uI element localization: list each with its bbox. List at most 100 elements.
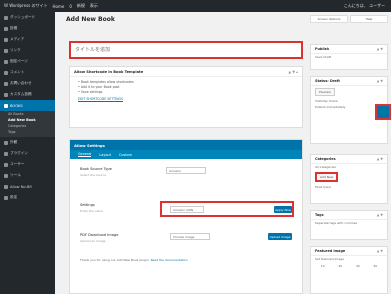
admin-sidebar: ダッシュボード 投稿 メディア リンク 固定ページ コメント お問い合わせ カス… [0,12,55,294]
sidebar-item-label: コメント [10,70,25,74]
tags-metabox: Tags ▲ ▼ Separate tags with commas [310,210,388,240]
source-type-select[interactable]: Amazon [166,167,206,174]
title-input[interactable] [71,43,301,57]
collapse-arrow-icon[interactable]: ▲ ▼ [377,157,383,161]
sidebar-item-books[interactable]: BOOKS [0,100,55,111]
admin-bar-item-3[interactable]: 表示 [90,3,98,9]
admin-bar-item-1[interactable]: 0 [69,4,72,9]
sidebar-item-custom-posts[interactable]: カスタム投稿 [0,89,55,100]
grid-cell: 20 [338,264,343,268]
sidebar-item-allow-no-br[interactable]: Allow No-BR [0,181,55,192]
sidebar-item-comments[interactable]: コメント [0,67,55,78]
comment-icon [4,70,8,75]
sidebar-item-label: ツール [10,173,21,177]
sidebar-item-label: BOOKS [10,103,23,108]
submenu-item-tags[interactable]: Tags [0,130,55,136]
settings-title: Allow Settings [74,142,105,148]
upload-image-button[interactable]: Upload Image [268,233,292,240]
settings-icon [4,195,8,200]
tab-general[interactable]: General [78,152,92,157]
preview-button[interactable]: Preview [315,88,335,96]
sidebar-item-tools[interactable]: ツール [0,170,55,181]
documentation-link[interactable]: Read the documentation [151,258,188,262]
collapse-arrow-icon[interactable]: ▲ ▼ [377,79,383,83]
pdf-image-field[interactable]: Choose image [170,233,210,240]
dashboard-icon [4,15,8,20]
sidebar-item-settings[interactable]: 設定 [0,192,55,203]
link-icon [4,48,8,53]
featured-image-header: Featured Image ▲ ▼ [311,247,387,256]
sidebar-item-pages[interactable]: 固定ページ [0,56,55,67]
setting-label: Book Source Type [80,167,112,171]
sidebar-item-plugins[interactable]: プラグイン [0,148,55,159]
sidebar-item-label: 外観 [10,140,18,144]
sidebar-item-appearance[interactable]: 外観 [0,137,55,148]
user-icon [4,162,8,167]
wrench-icon [4,173,8,178]
publish-header: Publish ▲ ▼ [311,45,387,54]
sidebar-item-label: カスタム投稿 [10,92,32,96]
grid-cell: 30 [355,264,360,268]
status-header: Status: Draft ▲ ▼ [311,77,387,86]
sidebar-item-label: リンク [10,48,21,52]
mail-icon [4,81,8,86]
sidebar-item-dashboard[interactable]: ダッシュボード [0,12,55,23]
publish-button[interactable] [375,104,391,120]
notice-settings-link[interactable]: EDIT SHORTCODE SETTINGS [70,95,302,101]
setting-label: PDF Download Image [80,233,119,237]
settings-header: Allow Settings [70,140,302,150]
admin-bar-item-2[interactable]: 新規 [77,3,85,9]
add-new-category-button[interactable]: Add New [315,172,339,182]
settings-metabox: Allow Settings General Layout Custom Boo… [69,139,303,294]
grid-cell: 40 [373,264,378,268]
sidebar-submenu: All Books Add New Book Categories Tags [0,111,55,137]
screen-options-tab[interactable]: Screen Options [310,15,348,23]
sidebar-item-links[interactable]: リンク [0,45,55,56]
admin-bar-item-0[interactable]: Home [53,4,65,9]
brush-icon [4,140,8,145]
sidebar-item-posts[interactable]: 投稿 [0,23,55,34]
pin-icon [4,26,8,31]
sidebar-item-contact[interactable]: お問い合わせ [0,78,55,89]
page-title: Add New Book [66,16,115,23]
collapse-arrow-icon[interactable]: ▲ ▼ [377,213,383,217]
categories-line: Most Used [315,185,331,189]
featured-image-metabox: Featured Image ▲ ▼ Set featured image 10 … [310,246,388,294]
tab-layout[interactable]: Layout [99,153,111,157]
settings-tabs: General Layout Custom [70,150,302,159]
help-tab[interactable]: Help [350,15,388,23]
admin-bar: W Wordpress のサイト Home 0 新規 表示 こんにちは、 ユーザ… [0,0,391,12]
publish-metabox: Publish ▲ ▼ Save Draft [310,44,388,70]
sidebar-item-media[interactable]: メディア [0,34,55,45]
book-icon [4,103,8,108]
categories-line: All Categories [315,165,336,169]
apply-button[interactable]: Apply Now [274,206,292,213]
categories-header: Categories ▲ ▼ [311,155,387,164]
user-greeting[interactable]: こんにちは、 ユーザー [344,3,391,9]
gear-icon [4,184,8,189]
collapse-arrow-icon[interactable]: ▲ ▼ ▴ [288,70,298,74]
collapse-arrow-icon[interactable]: ▲ ▼ [377,249,383,253]
setting-row-source: Book Source Type Select the source Amazo… [70,164,302,182]
sidebar-item-users[interactable]: ユーザー [0,159,55,170]
settings-note: Thank you for using our Add New Book plu… [80,258,188,262]
settings-value-input[interactable]: Amazon ASIN [170,206,204,213]
collapse-arrow-icon[interactable]: ▲ ▼ [377,47,383,51]
post-icon [4,92,8,97]
plugin-icon [4,151,8,156]
sidebar-item-label: 固定ページ [10,59,28,63]
sidebar-item-label: お問い合わせ [10,81,32,85]
sidebar-item-label: 設定 [10,195,18,199]
site-name-link[interactable]: W Wordpress のサイト [4,3,48,9]
page-icon [4,59,8,64]
categories-metabox: Categories ▲ ▼ All Categories Add New Mos… [310,154,388,204]
tab-custom[interactable]: Custom [119,153,132,157]
setting-label: Settings [80,203,95,207]
sidebar-item-label: 投稿 [10,26,18,30]
setting-description: Enter the value [80,209,104,213]
screen-meta-tabs: Screen Options Help [310,15,388,23]
value-grid: 10 20 30 40 [311,262,387,270]
sidebar-item-label: ユーザー [10,162,25,166]
setting-description: Select the source [80,173,107,177]
media-icon [4,37,8,42]
